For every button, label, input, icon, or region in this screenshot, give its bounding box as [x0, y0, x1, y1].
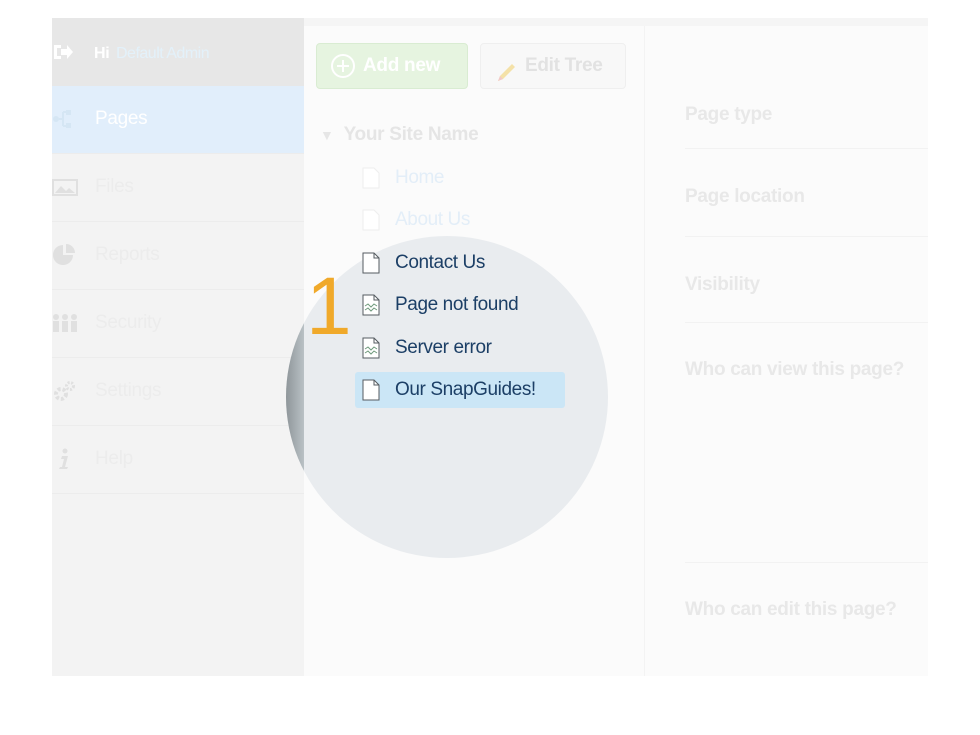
- settings-icon: [52, 380, 80, 402]
- page-icon: [362, 209, 380, 231]
- tree-item-label: About Us: [395, 209, 470, 230]
- who-can-view-label: Who can view this page?: [685, 359, 905, 380]
- step-number: 1: [306, 261, 352, 352]
- tree-root[interactable]: ▼ Your Site Name: [320, 124, 479, 146]
- add-new-button[interactable]: Add new: [316, 43, 468, 89]
- security-icon: [52, 312, 80, 334]
- tree-item-label: Page not found: [395, 294, 519, 315]
- sidebar-item-label: Security: [95, 312, 162, 333]
- sidebar-item-files[interactable]: Files: [52, 154, 304, 222]
- visibility-label: Visibility: [685, 274, 760, 295]
- divider: [685, 236, 928, 237]
- username-link[interactable]: Default Admin: [116, 45, 210, 63]
- plus-circle-icon: [331, 54, 355, 78]
- sidebar: Hi Default Admin Pages Files Reports Sec…: [52, 18, 304, 676]
- greeting: Hi: [94, 45, 110, 62]
- sidebar-item-settings[interactable]: Settings: [52, 358, 304, 426]
- tree-item-label: Server error: [395, 337, 492, 358]
- edit-tree-label: Edit Tree: [525, 55, 603, 76]
- user-header: Hi Default Admin: [52, 18, 304, 87]
- pages-icon: [52, 108, 80, 130]
- reports-icon: [52, 244, 80, 266]
- files-icon: [52, 176, 80, 198]
- sidebar-item-pages[interactable]: Pages: [52, 86, 304, 154]
- logout-icon[interactable]: [52, 43, 74, 64]
- divider: [685, 562, 928, 563]
- page-icon: [362, 167, 380, 189]
- page-type-label: Page type: [685, 104, 773, 125]
- error-page-icon: [362, 294, 380, 316]
- sidebar-item-label: Help: [95, 448, 133, 469]
- who-can-edit-label: Who can edit this page?: [685, 599, 897, 620]
- tree-item-label: Home: [395, 167, 445, 188]
- page-settings-panel: Page type Page location Visibility Who c…: [645, 26, 928, 676]
- sidebar-item-security[interactable]: Security: [52, 290, 304, 358]
- sidebar-item-label: Files: [95, 176, 134, 197]
- sidebar-item-label: Pages: [95, 108, 148, 129]
- page-icon: [362, 252, 380, 274]
- divider: [685, 148, 928, 149]
- sidebar-nav: Pages Files Reports Security Settings He…: [52, 86, 304, 494]
- tree-item-label: Our SnapGuides!: [395, 379, 536, 400]
- top-strip: [302, 18, 928, 26]
- add-new-label: Add new: [363, 55, 441, 76]
- page-location-label: Page location: [685, 186, 805, 207]
- edit-tree-button[interactable]: Edit Tree: [480, 43, 626, 89]
- divider: [685, 322, 928, 323]
- sidebar-item-reports[interactable]: Reports: [52, 222, 304, 290]
- tree-root-label: Your Site Name: [343, 124, 479, 145]
- page-icon: [362, 379, 380, 401]
- sidebar-item-label: Reports: [95, 244, 160, 265]
- caret-down-icon[interactable]: ▼: [320, 127, 334, 143]
- lens-edge: [286, 236, 304, 558]
- error-page-icon: [362, 337, 380, 359]
- pencil-icon: [495, 56, 517, 81]
- tree-item-label: Contact Us: [395, 252, 485, 273]
- sidebar-item-help[interactable]: Help: [52, 426, 304, 494]
- help-icon: [52, 448, 80, 470]
- sidebar-item-label: Settings: [95, 380, 162, 401]
